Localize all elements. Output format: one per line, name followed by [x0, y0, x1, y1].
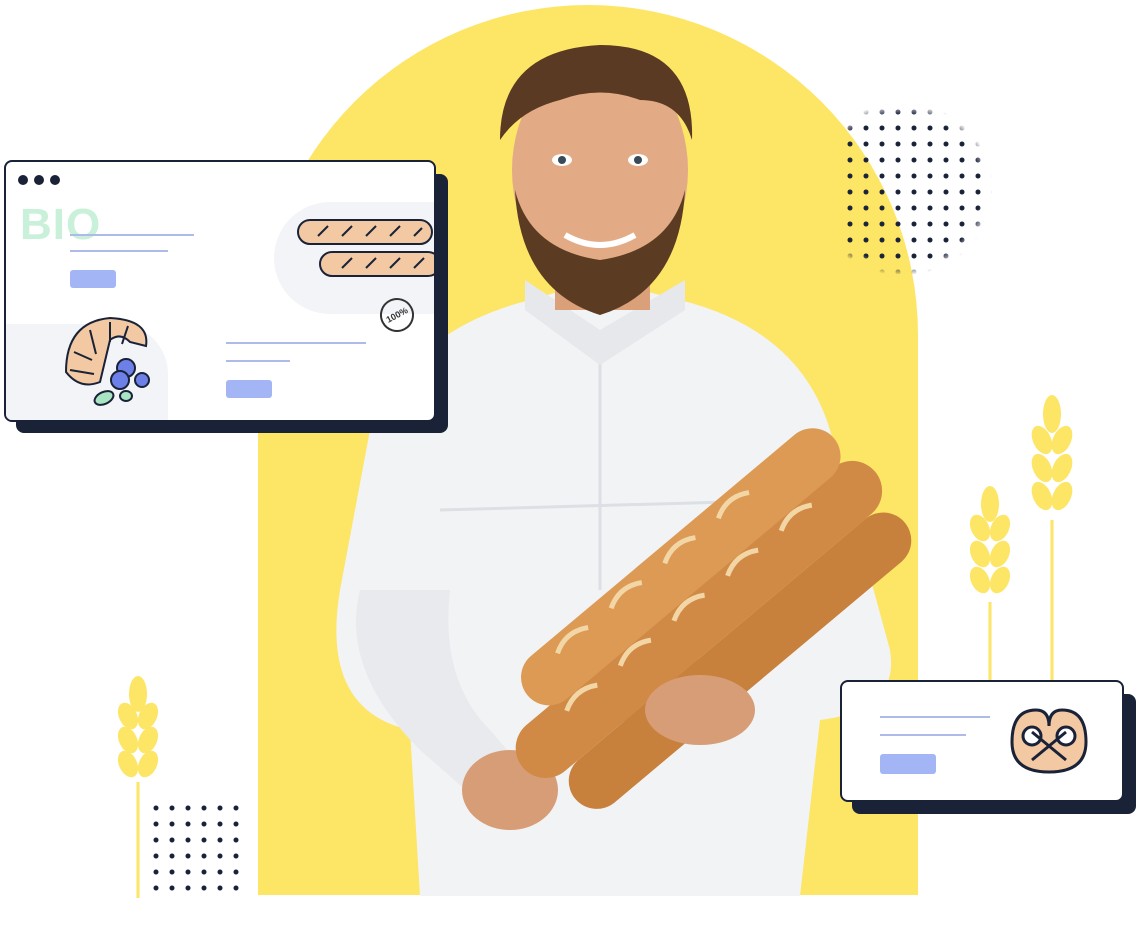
pretzel-icon	[1010, 708, 1088, 774]
window-controls	[18, 172, 66, 190]
text-line	[226, 360, 290, 362]
text-line	[880, 716, 990, 718]
wheat-icon	[117, 676, 159, 898]
window-dot-icon	[18, 175, 28, 185]
text-line	[70, 250, 168, 252]
pretzel-product-card	[840, 680, 1124, 802]
card-button[interactable]	[226, 380, 272, 398]
text-line	[226, 342, 366, 344]
baguette-icon	[297, 219, 434, 277]
bio-watermark: BIO	[20, 200, 102, 249]
bio-product-card: BIO 100%	[4, 160, 436, 422]
croissant-icon	[64, 316, 150, 406]
text-line	[70, 234, 194, 236]
window-dot-icon	[50, 175, 60, 185]
wheat-icon	[969, 486, 1011, 682]
card-button[interactable]	[70, 270, 116, 288]
text-line	[880, 734, 966, 736]
window-dot-icon	[34, 175, 44, 185]
card-button[interactable]	[880, 754, 936, 774]
wheat-icon	[1031, 395, 1073, 682]
